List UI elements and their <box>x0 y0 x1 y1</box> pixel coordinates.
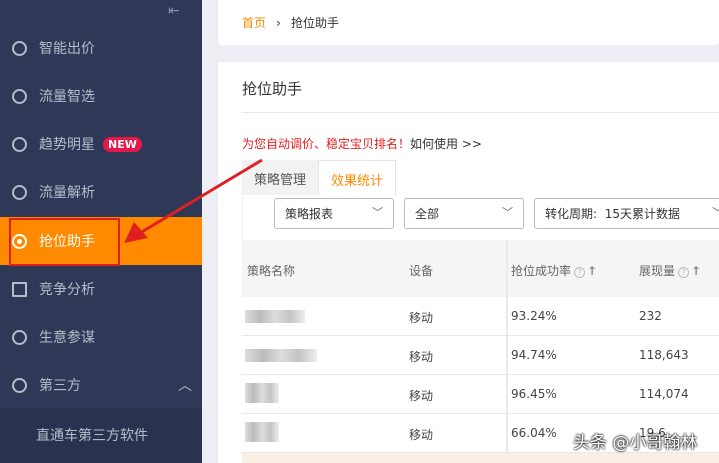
sidebar-item-smart-bid[interactable]: 智能出价 <box>0 24 202 72</box>
sidebar-item-label: 流量解析 <box>39 185 95 201</box>
sidebar-item-traffic-select[interactable]: 流量智选 <box>0 72 202 120</box>
refresh-icon <box>12 377 27 393</box>
sidebar-item-label: 第三方 <box>39 378 81 394</box>
highlight-box <box>9 218 120 266</box>
sort-up-icon[interactable]: ↑ <box>691 264 701 278</box>
cell-device: 移动 <box>409 311 434 325</box>
col-strategy-name: 策略名称 <box>247 264 296 278</box>
sidebar-subitem-third-party-software[interactable]: 直通车第三方软件 <box>0 408 202 463</box>
pulse-icon <box>12 88 27 104</box>
page-title: 抢位助手 <box>242 80 303 98</box>
divider <box>242 112 719 113</box>
blurred-name <box>245 349 317 362</box>
col-success-rate[interactable]: 抢位成功率? ↑ <box>511 262 597 279</box>
help-icon[interactable]: ? <box>574 267 586 278</box>
cell-device: 移动 <box>409 428 434 442</box>
scope-select[interactable]: 全部 ﹀ <box>404 198 524 229</box>
col-label: 展现量 <box>639 264 676 278</box>
cell-rate: 93.24% <box>511 309 557 323</box>
tip-text: 为您自动调价、稳定宝贝排名！ <box>242 137 411 151</box>
chevron-down-icon: ﹀ <box>502 206 513 219</box>
trend-icon <box>12 136 27 152</box>
report-select-value: 策略报表 <box>285 207 334 221</box>
period-value: 15天累计数据 <box>604 207 680 221</box>
cell-rate: 96.45% <box>511 387 557 401</box>
period-label: 转化周期: <box>545 207 598 221</box>
sidebar-item-label: 智能出价 <box>39 41 95 57</box>
cell-impressions: 232 <box>639 309 662 323</box>
col-impressions[interactable]: 展现量? ↑ <box>639 262 701 279</box>
period-select[interactable]: 转化周期: 15天累计数据 ﹀ <box>534 198 719 229</box>
cell-impressions: 114,074 <box>639 387 689 401</box>
cell-device: 移动 <box>409 389 434 403</box>
blurred-name <box>245 383 279 403</box>
help-icon[interactable]: ? <box>678 267 690 278</box>
blurred-name <box>245 422 279 442</box>
tabs: 策略管理 效果统计 <box>242 160 397 195</box>
pulse-icon <box>12 40 27 56</box>
sidebar-item-label: 生意参谋 <box>39 330 95 346</box>
new-badge: NEW <box>103 136 142 152</box>
table-footer-row <box>242 453 719 463</box>
compass-icon <box>12 329 27 345</box>
cell-rate: 94.74% <box>511 348 557 362</box>
col-label: 抢位成功率 <box>511 264 572 278</box>
chevron-down-icon: ﹀ <box>712 204 719 220</box>
sidebar-item-label: 流量智选 <box>39 89 95 105</box>
cell-rate: 66.04% <box>511 426 557 440</box>
breadcrumb-home[interactable]: 首页 <box>242 14 266 31</box>
collapse-menu-icon[interactable]: ⇤ <box>168 4 186 18</box>
sidebar-item-third-party[interactable]: 第三方 ︿ <box>0 361 202 409</box>
breadcrumb: 首页 › 抢位助手 <box>218 0 719 45</box>
table-row: 移动 96.45% 114,074 <box>242 375 719 414</box>
cell-device: 移动 <box>409 350 434 364</box>
table-row: 移动 94.74% 118,643 <box>242 336 719 375</box>
tab-strategy-management[interactable]: 策略管理 <box>242 160 319 195</box>
table-row: 移动 93.24% 232 <box>242 297 719 336</box>
content-card: 抢位助手 为您自动调价、稳定宝贝排名！如何使用 >> 策略管理 效果统计 策略报… <box>218 62 719 463</box>
breadcrumb-current: 抢位助手 <box>290 16 339 30</box>
sidebar-item-business-advisor[interactable]: 生意参谋 <box>0 313 202 361</box>
filters: 策略报表 ﹀ 全部 ﹀ 转化周期: 15天累计数据 ﹀ <box>242 196 719 240</box>
chevron-right-icon: › <box>276 15 281 30</box>
watermark: 头条 @小哥翰林 <box>573 433 698 453</box>
bar-chart-icon <box>12 281 27 297</box>
table-header: 策略名称 设备 抢位成功率? ↑ 展现量? ↑ <box>242 240 719 297</box>
tab-effect-stats[interactable]: 效果统计 <box>318 160 397 195</box>
column-divider <box>506 240 508 463</box>
chevron-up-icon: ︿ <box>178 378 192 394</box>
sort-up-icon[interactable]: ↑ <box>587 264 597 278</box>
chevron-down-icon: ﹀ <box>372 206 383 219</box>
sidebar-item-competition[interactable]: 竞争分析 <box>0 265 202 313</box>
scope-select-value: 全部 <box>415 207 440 221</box>
trend-icon <box>12 184 27 200</box>
blurred-name <box>245 310 305 323</box>
sidebar-item-label: 趋势明星 <box>39 137 95 153</box>
col-device: 设备 <box>409 264 434 278</box>
cell-impressions: 118,643 <box>639 348 689 362</box>
sidebar-item-trend-star[interactable]: 趋势明星 NEW <box>0 120 202 168</box>
sidebar-item-traffic-analysis[interactable]: 流量解析 <box>0 168 202 216</box>
sidebar-item-label: 竞争分析 <box>39 282 95 298</box>
report-select[interactable]: 策略报表 ﹀ <box>274 198 394 229</box>
tip: 为您自动调价、稳定宝贝排名！如何使用 >> <box>242 135 482 152</box>
how-to-use-link[interactable]: 如何使用 >> <box>410 137 482 151</box>
